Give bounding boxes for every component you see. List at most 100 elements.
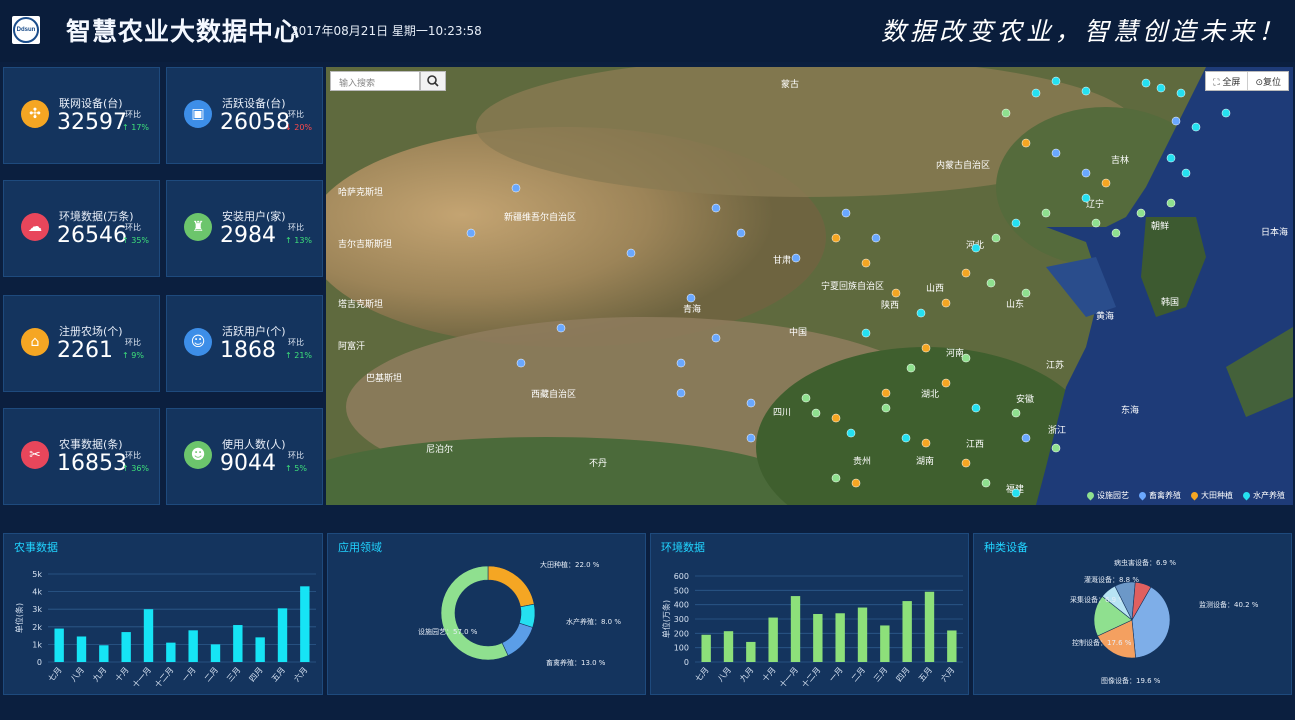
map-marker[interactable] [991, 233, 1001, 243]
bar [143, 609, 154, 662]
map-search-input[interactable]: 输入搜索 [330, 71, 420, 91]
map-marker[interactable] [1166, 153, 1176, 163]
map-marker[interactable] [891, 288, 901, 298]
map-marker[interactable] [1136, 208, 1146, 218]
map-marker[interactable] [941, 378, 951, 388]
map-label: 吉林 [1111, 154, 1129, 166]
map-marker[interactable] [1171, 116, 1181, 126]
search-icon [427, 75, 439, 87]
map-marker[interactable] [466, 228, 476, 238]
map-marker[interactable] [1021, 138, 1031, 148]
map-marker[interactable] [971, 243, 981, 253]
map-marker[interactable] [1101, 178, 1111, 188]
y-tick-label: 1k [32, 640, 42, 649]
map-marker[interactable] [711, 333, 721, 343]
legend-label: 畜禽养殖 [1149, 491, 1181, 500]
map-marker[interactable] [861, 258, 871, 268]
stat-card: ☻ 使用人数(人) 9044 环比 ↑ 5% [166, 408, 323, 505]
map-marker[interactable] [1011, 218, 1021, 228]
map-marker[interactable] [906, 363, 916, 373]
map-marker[interactable] [921, 343, 931, 353]
map-marker[interactable] [1021, 433, 1031, 443]
map-marker[interactable] [711, 203, 721, 213]
fullscreen-button[interactable]: ⛶ 全屏 [1206, 72, 1249, 90]
search-button[interactable] [420, 71, 446, 91]
map-marker[interactable] [961, 458, 971, 468]
map-label: 湖北 [921, 389, 939, 400]
map-marker[interactable] [1081, 168, 1091, 178]
map-marker[interactable] [1001, 108, 1011, 118]
map-marker[interactable] [1051, 148, 1061, 158]
map-marker[interactable] [921, 438, 931, 448]
stat-value: 16853 [57, 451, 127, 476]
map-marker[interactable] [941, 298, 951, 308]
x-tick-label: 四月 [895, 666, 912, 684]
map-marker[interactable] [556, 323, 566, 333]
map-marker[interactable] [1191, 122, 1201, 132]
map-marker[interactable] [831, 413, 841, 423]
map-marker[interactable] [846, 428, 856, 438]
y-tick-label: 200 [674, 629, 689, 638]
map-marker[interactable] [1031, 88, 1041, 98]
map-marker[interactable] [1011, 488, 1021, 498]
map-label: 河南 [946, 347, 964, 359]
map-marker[interactable] [871, 233, 881, 243]
map-canvas[interactable]: 蒙古 中国 朝鲜 韩国 日本海 黄海 东海 新疆维吾尔自治区 西藏自治区 青海 … [326, 67, 1293, 505]
map-marker[interactable] [881, 388, 891, 398]
map-marker[interactable] [746, 398, 756, 408]
map-marker[interactable] [676, 388, 686, 398]
map-marker[interactable] [1181, 168, 1191, 178]
legend-item[interactable]: 设施园艺 [1085, 490, 1129, 501]
map-marker[interactable] [881, 403, 891, 413]
map-label: 新疆维吾尔自治区 [504, 211, 576, 223]
map-marker[interactable] [1111, 228, 1121, 238]
map-marker[interactable] [831, 473, 841, 483]
map-marker[interactable] [1221, 108, 1231, 118]
map-label: 青海 [683, 303, 701, 315]
map-marker[interactable] [841, 208, 851, 218]
legend-item[interactable]: 大田种植 [1189, 490, 1233, 501]
map-marker[interactable] [1081, 86, 1091, 96]
map-marker[interactable] [1011, 408, 1021, 418]
map-marker[interactable] [1166, 198, 1176, 208]
map-marker[interactable] [736, 228, 746, 238]
legend-item[interactable]: 畜禽养殖 [1137, 490, 1181, 501]
map-marker[interactable] [961, 353, 971, 363]
map-marker[interactable] [971, 403, 981, 413]
map-marker[interactable] [861, 328, 871, 338]
map-marker[interactable] [901, 433, 911, 443]
y-tick-label: 0 [684, 658, 689, 667]
map-marker[interactable] [1051, 76, 1061, 86]
map-marker[interactable] [791, 253, 801, 263]
legend-item[interactable]: 水产养殖 [1241, 490, 1285, 501]
map-marker[interactable] [1176, 88, 1186, 98]
stat-card: ☺ 活跃用户(个) 1868 环比 ↑ 21% [166, 295, 323, 392]
map-marker[interactable] [1091, 218, 1101, 228]
map-marker[interactable] [686, 293, 696, 303]
map-marker[interactable] [1041, 208, 1051, 218]
stat-card: ✂ 农事数据(条) 16853 环比 ↑ 36% [3, 408, 160, 505]
map-marker[interactable] [986, 278, 996, 288]
map-marker[interactable] [1141, 78, 1151, 88]
map-marker[interactable] [831, 233, 841, 243]
map-marker[interactable] [811, 408, 821, 418]
map-marker[interactable] [916, 308, 926, 318]
map-marker[interactable] [1051, 443, 1061, 453]
map-marker[interactable] [801, 393, 811, 403]
reset-button[interactable]: ⊙复位 [1248, 72, 1288, 90]
map-marker[interactable] [746, 433, 756, 443]
map-marker[interactable] [516, 358, 526, 368]
map-marker[interactable] [676, 358, 686, 368]
map-marker[interactable] [981, 478, 991, 488]
map-marker[interactable] [851, 478, 861, 488]
map-marker[interactable] [511, 183, 521, 193]
map-marker[interactable] [1156, 83, 1166, 93]
stat-card: ▣ 活跃设备(台) 26058 环比 ↓ 20% [166, 67, 323, 164]
map-marker[interactable] [1081, 193, 1091, 203]
map-marker[interactable] [626, 248, 636, 258]
map-marker[interactable] [1021, 288, 1031, 298]
map[interactable]: 蒙古 中国 朝鲜 韩国 日本海 黄海 东海 新疆维吾尔自治区 西藏自治区 青海 … [326, 67, 1293, 505]
stat-value: 2261 [57, 338, 113, 363]
map-marker[interactable] [961, 268, 971, 278]
map-label: 吉尔吉斯斯坦 [338, 238, 392, 250]
